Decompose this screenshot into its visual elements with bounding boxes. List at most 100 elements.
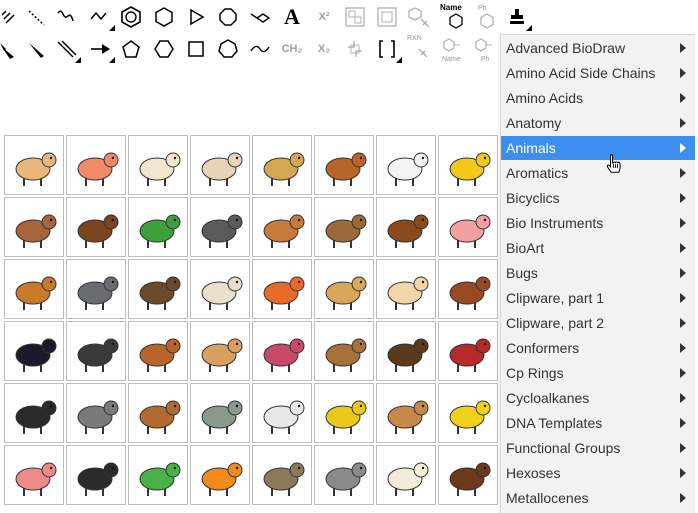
animal-template-cell[interactable]: [438, 445, 498, 505]
chair-tool[interactable]: [246, 3, 274, 31]
cyclopropane-tool[interactable]: [182, 3, 210, 31]
animal-template-cell[interactable]: [252, 383, 312, 443]
animal-template-cell[interactable]: [128, 321, 188, 381]
animal-template-cell[interactable]: [252, 445, 312, 505]
animal-template-cell[interactable]: [66, 197, 126, 257]
animal-template-cell[interactable]: [376, 259, 436, 319]
menu-item-bioart[interactable]: BioArt: [501, 236, 695, 260]
dashed-bond-tool[interactable]: [22, 3, 50, 31]
subscript-tool[interactable]: X₂: [310, 35, 338, 63]
bold-wedge-tool[interactable]: [22, 35, 50, 63]
animal-template-cell[interactable]: [314, 135, 374, 195]
menu-item-clipware-part-1[interactable]: Clipware, part 1: [501, 286, 695, 310]
ungroup-tool[interactable]: [373, 3, 401, 31]
animal-template-cell[interactable]: [314, 197, 374, 257]
animal-template-cell[interactable]: [66, 445, 126, 505]
animal-template-cell[interactable]: [252, 259, 312, 319]
animal-template-cell[interactable]: [190, 197, 250, 257]
animal-template-cell[interactable]: [128, 259, 188, 319]
animal-template-cell[interactable]: [438, 259, 498, 319]
chain-tool[interactable]: [86, 3, 115, 31]
menu-item-amino-acid-side-chains[interactable]: Amino Acid Side Chains: [501, 61, 695, 85]
clean-structure-tool[interactable]: [405, 3, 433, 31]
cyclooctane-tool[interactable]: [214, 3, 242, 31]
animal-template-cell[interactable]: [314, 445, 374, 505]
animal-template-cell[interactable]: [314, 259, 374, 319]
menu-item-amino-acids[interactable]: Amino Acids: [501, 86, 695, 110]
menu-item-dna-templates[interactable]: DNA Templates: [501, 411, 695, 435]
menu-item-cp-rings[interactable]: Cp Rings: [501, 361, 695, 385]
animal-template-cell[interactable]: [190, 445, 250, 505]
cyclobutane-tool[interactable]: [182, 35, 210, 63]
animal-template-cell[interactable]: [190, 259, 250, 319]
animal-template-cell[interactable]: [376, 135, 436, 195]
arrow-tool[interactable]: [86, 35, 115, 63]
menu-item-bugs[interactable]: Bugs: [501, 261, 695, 285]
bracket-tool[interactable]: [373, 35, 402, 63]
menu-item-animals[interactable]: Animals: [501, 136, 695, 160]
structure-to-name-tool[interactable]: Name: [439, 35, 467, 63]
name-to-structure-tool[interactable]: Name: [439, 3, 467, 31]
menu-item-conformers[interactable]: Conformers: [501, 336, 695, 360]
menu-item-anatomy[interactable]: Anatomy: [501, 111, 695, 135]
menu-item-hexoses[interactable]: Hexoses: [501, 461, 695, 485]
animal-template-cell[interactable]: [4, 383, 64, 443]
menu-item-clipware-part-2[interactable]: Clipware, part 2: [501, 311, 695, 335]
animal-template-cell[interactable]: [128, 383, 188, 443]
menu-item-bicyclics[interactable]: Bicyclics: [501, 186, 695, 210]
animal-template-cell[interactable]: [438, 321, 498, 381]
menu-item-metallocenes[interactable]: Metallocenes: [501, 486, 695, 510]
ch2-tool[interactable]: CH₂: [278, 35, 306, 63]
animal-template-cell[interactable]: [128, 135, 188, 195]
animal-template-cell[interactable]: [314, 383, 374, 443]
animal-template-cell[interactable]: [438, 197, 498, 257]
animal-template-cell[interactable]: [190, 383, 250, 443]
animal-template-cell[interactable]: [128, 197, 188, 257]
animal-template-cell[interactable]: [128, 445, 188, 505]
chair-alt-tool[interactable]: [246, 35, 274, 63]
menu-item-bio-instruments[interactable]: Bio Instruments: [501, 211, 695, 235]
animal-template-cell[interactable]: [252, 197, 312, 257]
hashed-wedge-bond-tool[interactable]: [0, 3, 22, 31]
animal-template-cell[interactable]: [252, 321, 312, 381]
animal-template-cell[interactable]: [252, 135, 312, 195]
join-tool[interactable]: [341, 35, 369, 63]
cyclohexane-alt-tool[interactable]: [150, 35, 178, 63]
animal-template-cell[interactable]: [66, 259, 126, 319]
animal-template-cell[interactable]: [376, 197, 436, 257]
ph-template-tool[interactable]: Ph: [471, 35, 499, 63]
benzene-tool[interactable]: [117, 3, 145, 31]
animal-template-cell[interactable]: [314, 321, 374, 381]
group-tool[interactable]: [341, 3, 369, 31]
animal-template-cell[interactable]: [66, 383, 126, 443]
text-tool[interactable]: A: [278, 3, 306, 31]
menu-item-cycloalkanes[interactable]: Cycloalkanes: [501, 386, 695, 410]
animal-template-cell[interactable]: [4, 197, 64, 257]
animal-template-cell[interactable]: [190, 321, 250, 381]
cyclohexane-tool[interactable]: [150, 3, 178, 31]
animal-template-cell[interactable]: [190, 135, 250, 195]
menu-item-advanced-biodraw[interactable]: Advanced BioDraw: [501, 36, 695, 60]
animal-template-cell[interactable]: [66, 135, 126, 195]
phenyl-tool[interactable]: Ph: [471, 3, 499, 31]
animal-template-cell[interactable]: [4, 259, 64, 319]
animal-template-cell[interactable]: [438, 383, 498, 443]
wedge-bond-tool[interactable]: [0, 35, 22, 63]
animal-template-cell[interactable]: [4, 135, 64, 195]
animal-template-cell[interactable]: [376, 321, 436, 381]
animal-template-cell[interactable]: [66, 321, 126, 381]
animal-template-cell[interactable]: [4, 321, 64, 381]
wavy-bond-tool[interactable]: [52, 3, 80, 31]
clean-reaction-tool[interactable]: RXN: [405, 35, 433, 63]
menu-item-functional-groups[interactable]: Functional Groups: [501, 436, 695, 460]
animal-template-cell[interactable]: [438, 135, 498, 195]
superscript-tool[interactable]: X²: [310, 3, 338, 31]
animal-template-cell[interactable]: [376, 383, 436, 443]
cyclopentane-tool[interactable]: [117, 35, 145, 63]
double-bond-tool[interactable]: [52, 35, 81, 63]
animal-template-cell[interactable]: [4, 445, 64, 505]
animal-template-cell[interactable]: [376, 445, 436, 505]
templates-tool[interactable]: [503, 3, 532, 31]
cycloheptane-tool[interactable]: [214, 35, 242, 63]
menu-item-aromatics[interactable]: Aromatics: [501, 161, 695, 185]
